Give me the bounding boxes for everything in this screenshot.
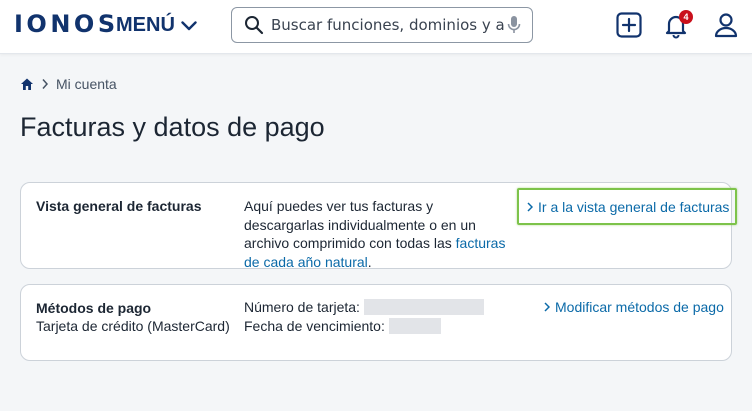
chevron-right-icon	[544, 302, 550, 312]
home-icon[interactable]	[20, 77, 34, 91]
payment-methods-label: Métodos de pago	[36, 300, 152, 316]
search-icon[interactable]	[244, 15, 264, 35]
page-title: Facturas y datos de pago	[20, 112, 325, 142]
modify-payment-link[interactable]: Modificar métodos de pago	[544, 299, 724, 315]
notification-badge: 4	[679, 10, 693, 24]
chevron-right-icon	[527, 201, 533, 212]
invoices-description: Aquí puedes ver tus facturas y descargar…	[244, 197, 514, 271]
invoices-overview-label: Ir a la vista general de facturas	[538, 198, 730, 215]
payment-method-type: Tarjeta de crédito (MasterCard)	[36, 318, 230, 334]
menu-button[interactable]: MENÚ	[116, 14, 197, 37]
payment-methods-card: Métodos de pago Tarjeta de crédito (Mast…	[20, 284, 732, 361]
invoices-overview-link[interactable]: Ir a la vista general de facturas	[517, 188, 738, 225]
ionos-logo[interactable]: IONOS	[14, 10, 119, 38]
invoices-description-end: .	[367, 253, 372, 270]
search-box[interactable]	[231, 7, 533, 43]
add-icon[interactable]	[615, 11, 643, 39]
card-number-label: Número de tarjeta:	[244, 299, 360, 315]
invoices-label: Vista general de facturas	[36, 198, 202, 214]
search-input[interactable]	[271, 16, 506, 34]
chevron-right-icon	[42, 79, 49, 89]
microphone-icon[interactable]	[506, 15, 522, 35]
invoices-card: Vista general de facturas Aquí puedes ve…	[20, 182, 738, 271]
card-number-redacted	[363, 299, 484, 315]
breadcrumb: Mi cuenta	[20, 74, 117, 94]
modify-payment-label: Modificar métodos de pago	[555, 299, 724, 315]
expiry-label: Fecha de vencimiento:	[244, 318, 385, 334]
menu-label: MENÚ	[116, 14, 175, 36]
invoices-description-text: Aquí puedes ver tus facturas y descargar…	[244, 198, 476, 251]
expiry-field: Fecha de vencimiento:	[244, 318, 441, 334]
expiry-redacted	[388, 318, 441, 334]
user-icon[interactable]	[712, 11, 740, 39]
card-number-field: Número de tarjeta:	[244, 299, 484, 315]
top-header: IONOS MENÚ 4	[0, 0, 752, 54]
chevron-down-icon	[181, 20, 197, 30]
breadcrumb-current[interactable]: Mi cuenta	[56, 76, 117, 92]
